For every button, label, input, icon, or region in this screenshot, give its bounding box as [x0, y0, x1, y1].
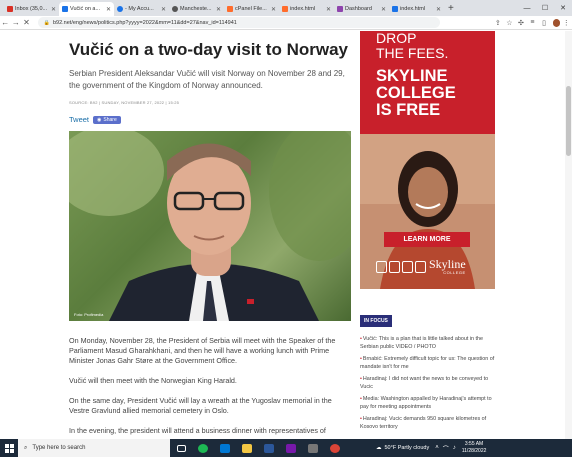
new-tab-button[interactable]: +	[448, 3, 454, 14]
ad-headline: DROP THE FEES.	[376, 31, 449, 61]
taskbar-search[interactable]: ⌕ Type here to search	[18, 439, 170, 457]
share-icon[interactable]: ⇪	[492, 19, 504, 27]
browser-tab-strip: Inbox (35,0... ✕ Vučić on a... ✕ - My Accu…	[0, 0, 572, 16]
word-icon[interactable]	[258, 439, 280, 457]
in-focus-section: IN FOCUS •Vučić: This is a plan that is …	[360, 309, 500, 435]
search-icon: ⌕	[24, 444, 28, 451]
article-source: SOURCE: B92 | SUNDAY, NOVEMBER 27, 2022 …	[69, 100, 180, 105]
tab-3[interactable]: Mancheste... ✕	[169, 2, 224, 16]
profile-avatar[interactable]	[552, 18, 561, 27]
in-focus-title: IN FOCUS	[360, 315, 392, 327]
close-tab-icon[interactable]: ✕	[106, 6, 111, 13]
in-focus-item[interactable]: •Vučić: This is a plan that is little ta…	[360, 335, 500, 351]
site-icon	[392, 6, 398, 12]
maximize-button[interactable]: ☐	[536, 0, 554, 16]
in-focus-list: •Vučić: This is a plan that is little ta…	[360, 335, 500, 431]
article-photo: Foto: Profimedia	[69, 131, 351, 321]
cloud-icon: ☁	[376, 445, 382, 451]
back-icon[interactable]: ←	[0, 18, 11, 27]
photo-credit: Foto: Profimedia	[74, 312, 104, 317]
tab-6[interactable]: Dashboard ✕	[334, 2, 389, 16]
tab-5[interactable]: index.html ✕	[279, 2, 334, 16]
onenote-icon[interactable]	[280, 439, 302, 457]
app-icon[interactable]	[302, 439, 324, 457]
bookmark-star-icon[interactable]: ☆	[504, 19, 516, 27]
extensions-icon[interactable]: ✣	[515, 19, 527, 27]
close-tab-icon[interactable]: ✕	[381, 6, 386, 13]
close-window-button[interactable]: ✕	[554, 0, 572, 16]
tab-2[interactable]: - My Accu... ✕	[114, 2, 169, 16]
close-tab-icon[interactable]: ✕	[271, 6, 276, 13]
sidebar-icon[interactable]: ▯	[538, 19, 550, 27]
close-tab-icon[interactable]: ✕	[51, 6, 56, 13]
in-focus-item[interactable]: •Media: Washington appalled by Haradinaj…	[360, 395, 500, 411]
taskbar-clock[interactable]: 3:55 AM 11/28/2022	[462, 441, 487, 455]
volume-icon[interactable]: ♪	[453, 445, 456, 451]
chevron-up-icon[interactable]: ˄	[435, 445, 439, 451]
menu-icon[interactable]: ⋮	[560, 19, 572, 27]
file-explorer-icon[interactable]	[236, 439, 258, 457]
b92-icon	[62, 6, 68, 12]
playlist-icon[interactable]: ≡	[527, 19, 539, 26]
article: Vučić on a two-day visit to Norway Serbi…	[69, 31, 352, 124]
browser-toolbar: ← → ✕ 🔒 b92.net/eng/news/politics.php?yy…	[0, 16, 572, 30]
start-button[interactable]	[0, 439, 18, 457]
lock-icon: 🔒	[43, 19, 50, 26]
in-focus-item[interactable]: •Haradinaj: Vucic demands 950 square kil…	[360, 415, 500, 431]
address-bar[interactable]: 🔒 b92.net/eng/news/politics.php?yyyy=202…	[37, 17, 441, 28]
in-focus-item[interactable]: •Haradinaj: I did not want the news to b…	[360, 375, 500, 391]
tab-7[interactable]: index.html ✕	[389, 2, 444, 16]
scrollbar-thumb[interactable]	[566, 86, 571, 156]
forward-icon[interactable]: →	[11, 18, 22, 27]
windows-taskbar: ⌕ Type here to search ☁ 50°F Partly clou…	[0, 439, 572, 457]
weather-widget[interactable]: ☁ 50°F Partly cloudy	[376, 445, 429, 451]
in-focus-item[interactable]: •Brnabić: Extremely difficult topic for …	[360, 355, 500, 371]
spotify-icon[interactable]	[192, 439, 214, 457]
task-view-icon[interactable]	[170, 439, 192, 457]
close-tab-icon[interactable]: ✕	[326, 6, 331, 13]
skyline-logo: Skyline COLLEGE	[376, 258, 466, 275]
article-lede: Serbian President Aleksandar Vučić will …	[69, 69, 345, 90]
chrome-icon[interactable]	[324, 439, 346, 457]
tab-0[interactable]: Inbox (35,0... ✕	[4, 2, 59, 16]
network-icon[interactable]: ⌒	[443, 444, 449, 453]
share-icon: ◉	[97, 116, 102, 123]
learn-more-button[interactable]: LEARN MORE	[384, 232, 470, 247]
tab-4[interactable]: cPanel File... ✕	[224, 2, 279, 16]
mail-icon[interactable]	[214, 439, 236, 457]
article-paragraph: On the same day, President Vučić will la…	[69, 396, 332, 415]
close-tab-icon[interactable]: ✕	[161, 6, 166, 13]
web-page: Vučić on a two-day visit to Norway Serbi…	[0, 31, 572, 439]
ad-tagline: SKYLINE COLLEGE IS FREE	[376, 67, 456, 119]
dashboard-icon	[337, 6, 343, 12]
skyline-college-ad[interactable]: DROP THE FEES. SKYLINE COLLEGE IS FREE L…	[360, 31, 495, 289]
close-tab-icon[interactable]: ✕	[216, 6, 221, 13]
portrait-illustration	[69, 131, 351, 321]
tweet-link[interactable]: Tweet	[69, 115, 89, 124]
close-tab-icon[interactable]: ✕	[436, 6, 441, 13]
stop-icon[interactable]: ✕	[21, 18, 32, 27]
article-paragraph: On Monday, November 28, the President of…	[69, 336, 336, 365]
windows-logo-icon	[4, 443, 14, 453]
article-paragraph: In the evening, the president will atten…	[69, 426, 326, 435]
share-button[interactable]: ◉ Share	[93, 115, 121, 124]
article-body: On Monday, November 28, the President of…	[69, 336, 352, 439]
share-bar: Tweet ◉ Share	[69, 115, 352, 124]
site-icon	[117, 6, 123, 12]
system-tray: ˄ ⌒ ♪	[435, 444, 456, 453]
cpanel-icon	[227, 6, 233, 12]
article-headline: Vučić on a two-day visit to Norway	[69, 40, 348, 59]
minimize-button[interactable]: —	[518, 0, 536, 16]
page-scrollbar[interactable]	[565, 31, 572, 439]
gmail-icon	[7, 6, 13, 12]
article-paragraph: Vučić will then meet with the Norwegian …	[69, 376, 237, 385]
skyline-logo-icon	[376, 260, 426, 274]
globe-icon	[172, 6, 178, 12]
tab-1[interactable]: Vučić on a... ✕	[59, 2, 114, 16]
url-text: b92.net/eng/news/politics.php?yyyy=2022&…	[52, 19, 237, 26]
cpanel-icon	[282, 6, 288, 12]
